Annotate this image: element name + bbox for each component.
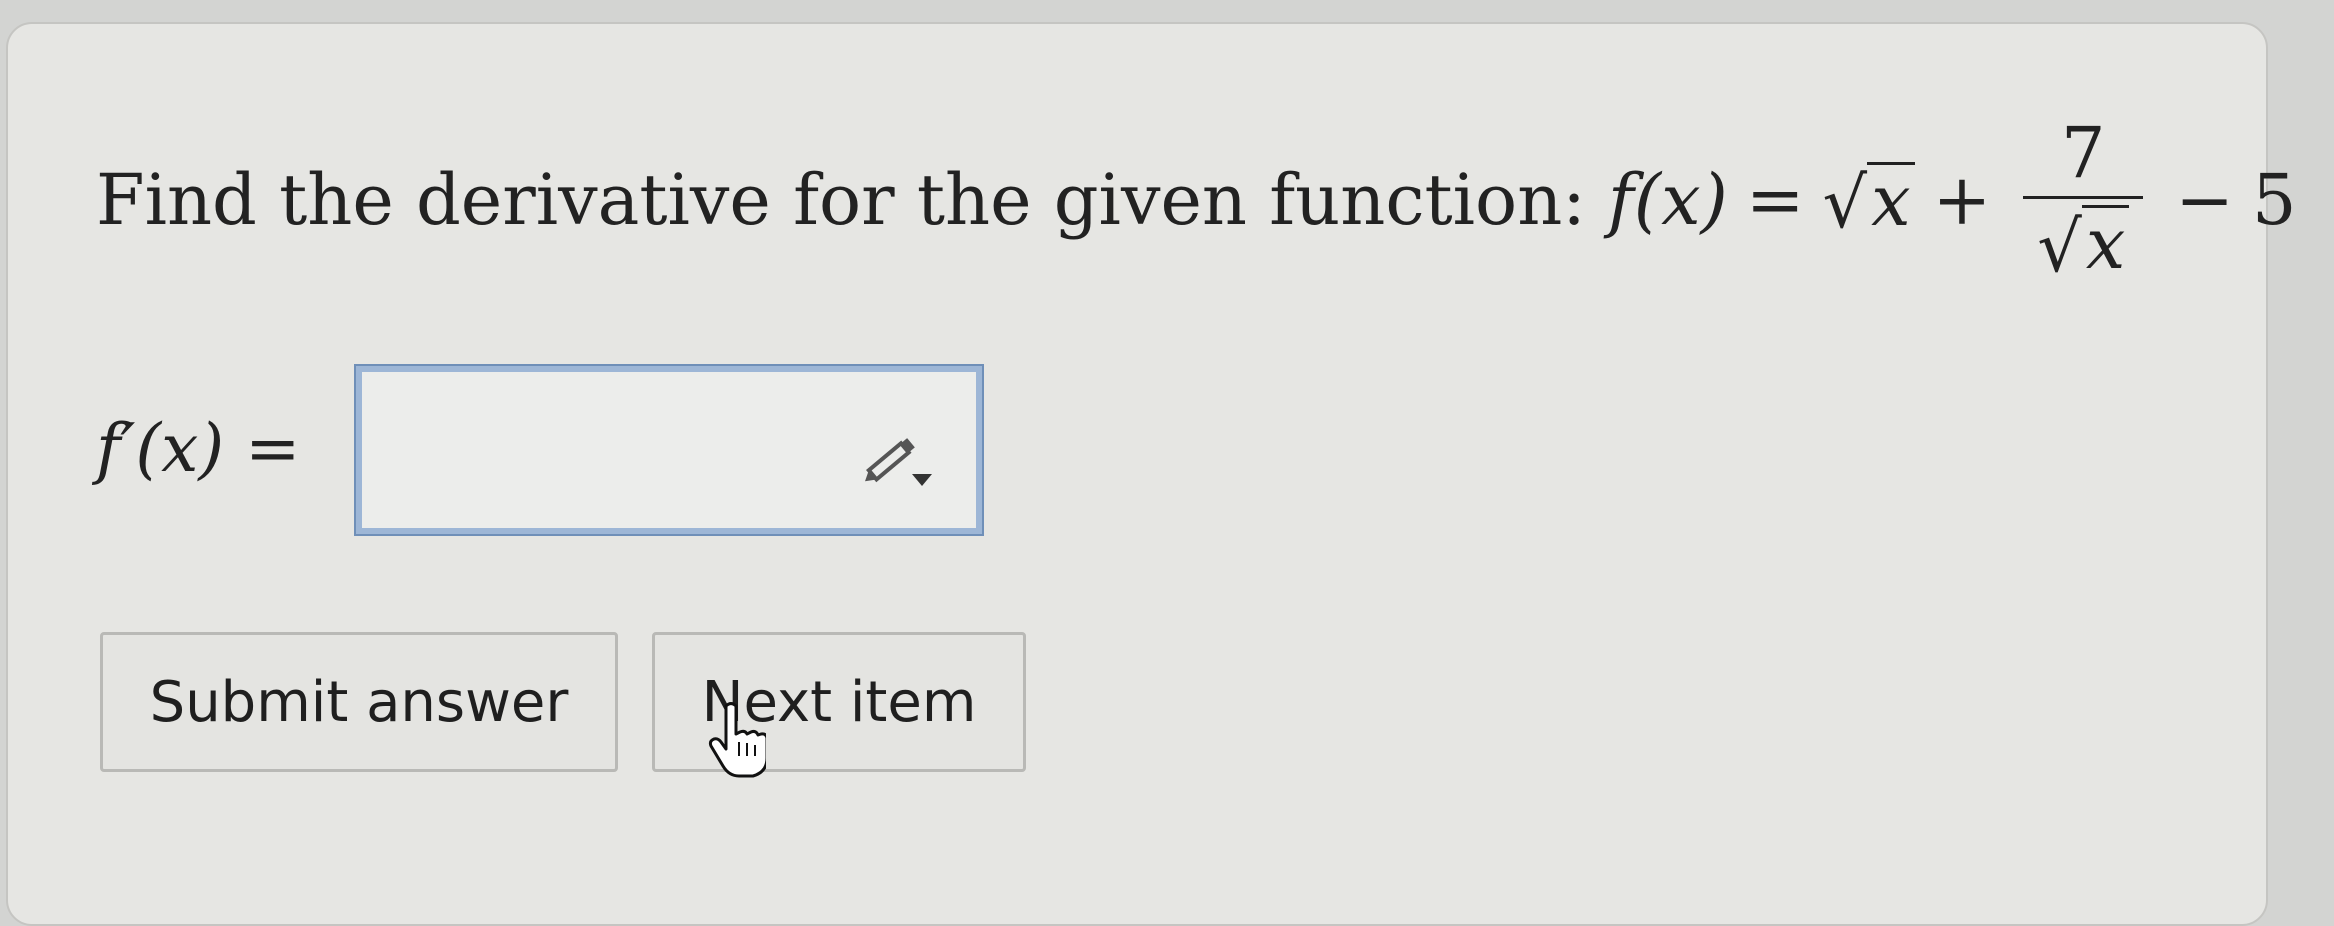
question-text: Find the derivative for the given functi… xyxy=(96,118,2296,282)
question-prompt: Find the derivative for the given functi… xyxy=(96,158,1586,241)
denominator-sqrt-symbol: √ xyxy=(2037,205,2082,288)
denominator-radicand: x xyxy=(2081,205,2130,282)
pencil-icon[interactable] xyxy=(858,428,938,492)
sqrt-term: √ x xyxy=(1822,161,1915,244)
submit-answer-button[interactable]: Submit answer xyxy=(100,632,618,772)
plus-sign: + xyxy=(1932,158,1992,241)
fraction-numerator: 7 xyxy=(2061,112,2106,194)
hand-pointer-icon xyxy=(708,702,766,778)
sqrt-symbol: √ xyxy=(1822,162,1868,244)
equals-sign: = xyxy=(1745,158,1805,241)
function-lhs: f(x) xyxy=(1607,158,1728,241)
fraction-term: 7 √ x xyxy=(2023,112,2144,288)
sqrt-radicand: x xyxy=(1867,161,1915,239)
answer-input[interactable] xyxy=(354,364,984,536)
minus-sign: − xyxy=(2175,158,2234,241)
constant-term: 5 xyxy=(2251,158,2297,241)
function-expression: f(x) = √ x + 7 √ x − 5 xyxy=(1608,118,2297,282)
fraction-denominator: √ x xyxy=(2037,199,2130,288)
derivative-label: f′(x) = xyxy=(96,410,301,487)
